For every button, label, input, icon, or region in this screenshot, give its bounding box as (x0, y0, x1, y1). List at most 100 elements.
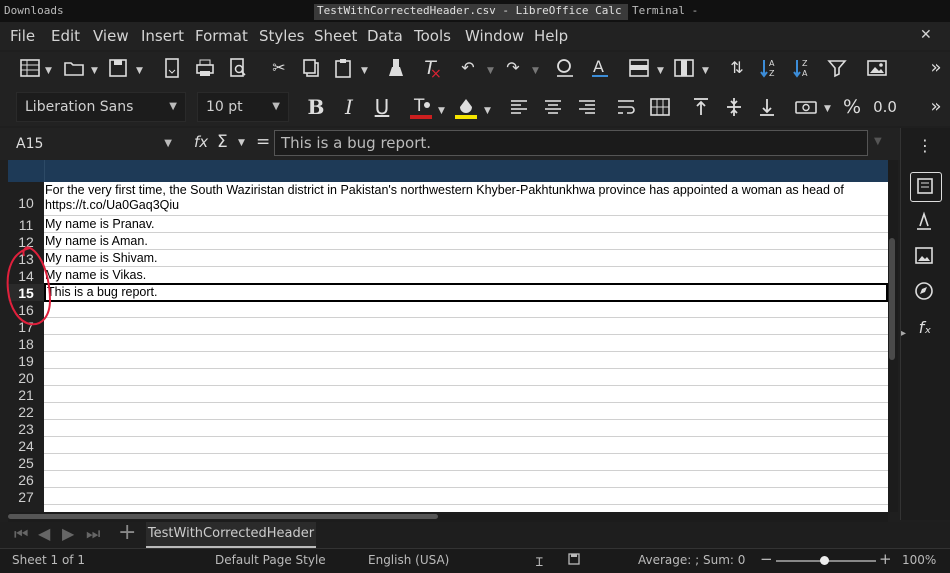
navigator-icon[interactable] (910, 278, 940, 306)
italic-button[interactable]: I (337, 95, 361, 119)
clear-formatting-icon[interactable]: T × (418, 56, 442, 82)
collapse-sidebar-icon[interactable]: ▸ (901, 328, 906, 339)
cell-a27[interactable] (44, 488, 888, 505)
zoom-out-button[interactable]: − (760, 550, 773, 568)
cell-a19[interactable] (44, 352, 888, 369)
underline-button[interactable]: U (370, 95, 394, 119)
cell-a15-selected[interactable]: This is a bug report. (44, 283, 888, 302)
menu-file[interactable]: File (10, 27, 35, 45)
menu-window[interactable]: Window (465, 27, 524, 45)
row-header-20[interactable]: 20 (8, 369, 44, 386)
row-header-26[interactable]: 26 (8, 471, 44, 488)
page-style[interactable]: Default Page Style (215, 553, 326, 567)
menu-dots-icon[interactable]: ⋮ (910, 132, 940, 160)
row-header-21[interactable]: 21 (8, 386, 44, 403)
open-folder-icon[interactable] (62, 56, 86, 80)
first-sheet-icon[interactable]: ⏮ (14, 524, 28, 544)
cell-a21[interactable] (44, 386, 888, 403)
formula-button[interactable]: = (256, 132, 270, 152)
font-name-box[interactable]: Liberation Sans ▼ (16, 92, 186, 122)
redo-icon[interactable]: ↷ (501, 56, 525, 80)
previous-sheet-icon[interactable]: ◀ (38, 524, 50, 543)
add-sheet-icon[interactable]: + (118, 520, 136, 545)
chevron-down-icon[interactable]: ▼ (361, 66, 368, 76)
wrap-text-icon[interactable] (614, 95, 638, 119)
percent-format-button[interactable]: % (840, 95, 864, 119)
cell-a22[interactable] (44, 403, 888, 420)
toolbar-overflow-icon[interactable]: » (924, 95, 948, 119)
menu-view[interactable]: View (93, 27, 129, 45)
menu-data[interactable]: Data (367, 27, 403, 45)
cell-a18[interactable] (44, 335, 888, 352)
vertical-scrollbar[interactable] (888, 160, 898, 512)
row-header-23[interactable]: 23 (8, 420, 44, 437)
chevron-down-icon[interactable]: ▼ (164, 131, 172, 157)
bold-button[interactable]: B (304, 95, 328, 119)
function-wizard-button[interactable]: fx (194, 133, 208, 151)
cell-a25[interactable] (44, 454, 888, 471)
menu-tools[interactable]: Tools (414, 27, 451, 45)
sum-average-status[interactable]: Average: ; Sum: 0 (638, 553, 745, 567)
menu-format[interactable]: Format (195, 27, 248, 45)
window-title[interactable]: TestWithCorrectedHeader.csv - LibreOffic… (314, 4, 628, 20)
row-header-10[interactable]: 10 (8, 182, 44, 216)
find-replace-icon[interactable] (553, 56, 577, 80)
sort-icon[interactable]: ⇅ (725, 56, 749, 80)
name-box[interactable]: A15 ▼ (8, 131, 178, 157)
chevron-down-icon[interactable]: ▼ (657, 66, 664, 76)
chevron-down-icon[interactable]: ▼ (484, 106, 491, 116)
chevron-down-icon[interactable]: ▼ (487, 66, 494, 76)
print-preview-icon[interactable] (226, 56, 250, 80)
chevron-down-icon[interactable]: ▼ (91, 66, 98, 76)
close-document-icon[interactable]: ✕ (920, 27, 932, 43)
cell-a13[interactable]: My name is Shivam. (44, 250, 888, 267)
formula-input[interactable]: This is a bug report. (274, 130, 868, 156)
language[interactable]: English (USA) (368, 553, 449, 567)
center-vertically-icon[interactable] (722, 95, 746, 119)
new-spreadsheet-icon[interactable] (18, 56, 42, 80)
zoom-in-button[interactable]: + (879, 550, 892, 568)
row-header-27[interactable]: 27 (8, 488, 44, 505)
menu-edit[interactable]: Edit (51, 27, 80, 45)
undo-icon[interactable]: ↶ (456, 56, 480, 80)
merge-cells-icon[interactable] (648, 95, 672, 119)
taskbar-terminal-label[interactable]: Terminal - (632, 4, 698, 17)
expand-formula-icon[interactable]: ▼ (874, 136, 882, 147)
vertical-scroll-thumb[interactable] (889, 238, 895, 360)
align-bottom-icon[interactable] (755, 95, 779, 119)
gallery-icon[interactable] (910, 243, 940, 271)
chevron-down-icon[interactable]: ▼ (702, 66, 709, 76)
chevron-down-icon[interactable]: ▼ (272, 93, 280, 121)
zoom-level[interactable]: 100% (902, 553, 936, 567)
chevron-down-icon[interactable]: ▼ (824, 104, 831, 114)
column-icon[interactable] (672, 56, 696, 80)
column-header[interactable] (8, 160, 888, 182)
highlighting-color-icon[interactable] (454, 93, 478, 119)
save-icon[interactable] (106, 56, 130, 80)
last-sheet-icon[interactable]: ⏭ (86, 524, 100, 544)
cell-a24[interactable] (44, 437, 888, 454)
cell-a11[interactable]: My name is Pranav. (44, 216, 888, 233)
taskbar-left-label[interactable]: Downloads (4, 4, 64, 17)
functions-icon[interactable]: fₓ (910, 314, 940, 342)
row-icon[interactable] (627, 56, 651, 80)
font-size-box[interactable]: 10 pt ▼ (197, 92, 289, 122)
font-color-icon[interactable]: T (409, 93, 433, 119)
row-header-24[interactable]: 24 (8, 437, 44, 454)
align-right-icon[interactable] (575, 95, 599, 119)
chevron-down-icon[interactable]: ▼ (238, 138, 245, 148)
cell-a17[interactable] (44, 318, 888, 335)
align-left-icon[interactable] (507, 95, 531, 119)
menu-help[interactable]: Help (534, 27, 568, 45)
chevron-down-icon[interactable]: ▼ (45, 66, 52, 76)
chevron-down-icon[interactable]: ▼ (169, 93, 177, 121)
cell-a12[interactable]: My name is Aman. (44, 233, 888, 250)
menu-sheet[interactable]: Sheet (314, 27, 357, 45)
properties-icon[interactable] (910, 172, 942, 202)
horizontal-scroll-thumb[interactable] (8, 514, 438, 519)
cell-a16[interactable] (44, 301, 888, 318)
insert-image-icon[interactable] (865, 56, 889, 80)
styles-icon[interactable] (910, 208, 940, 236)
print-icon[interactable] (193, 56, 217, 80)
row-header-11[interactable]: 11 (8, 216, 44, 233)
